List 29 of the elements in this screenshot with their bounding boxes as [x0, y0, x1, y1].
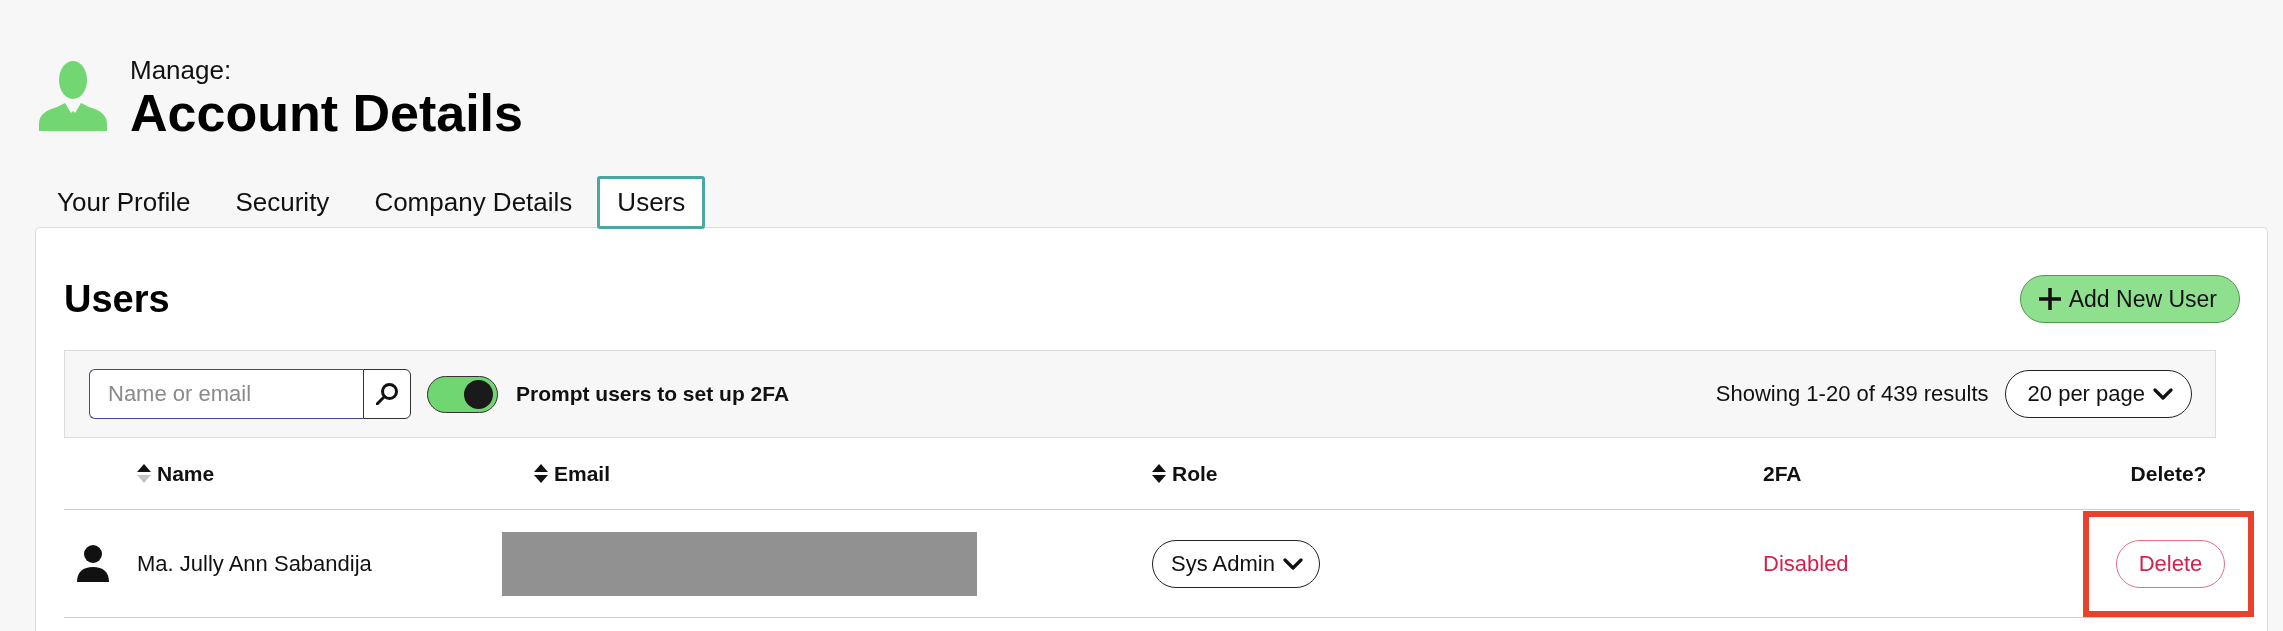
- role-select[interactable]: Sys Admin: [1152, 539, 1320, 588]
- column-header: Delete?: [2130, 461, 2207, 486]
- column-header[interactable]: Email: [534, 461, 611, 486]
- toggle-switch[interactable]: [427, 375, 498, 413]
- add-user-button[interactable]: Add New User: [2019, 275, 2240, 323]
- page-title: Account Details: [130, 85, 523, 141]
- search-icon: [376, 383, 398, 405]
- plus-icon: [2038, 288, 2061, 310]
- avatar-icon: [77, 545, 109, 582]
- person-icon: [38, 61, 108, 131]
- user-name: Ma. Jully Ann Sabandija: [137, 550, 372, 577]
- panel-title: Users: [64, 277, 170, 321]
- tab[interactable]: Users: [597, 176, 706, 229]
- search-field[interactable]: Name or email: [89, 369, 363, 419]
- toggle-label: Prompt users to set up 2FA: [516, 382, 790, 406]
- column-header[interactable]: Role: [1152, 461, 1218, 486]
- column-header: 2FA: [1763, 461, 1802, 486]
- delete-button[interactable]: Delete: [2115, 539, 2226, 588]
- tab[interactable]: Your Profile: [37, 176, 211, 229]
- tab[interactable]: Company Details: [354, 176, 593, 229]
- page-size-select[interactable]: 20 per page: [2004, 370, 2192, 418]
- status-text: Disabled: [1763, 550, 1849, 577]
- results-count: Showing 1-20 of 439 results: [1715, 381, 1989, 407]
- chevron-down-icon: [1282, 557, 1303, 570]
- tab[interactable]: Security: [215, 176, 350, 229]
- column-header[interactable]: Name: [137, 461, 215, 486]
- search-button[interactable]: [363, 369, 411, 419]
- chevron-down-icon: [2153, 388, 2173, 400]
- page-label: Manage:: [130, 55, 232, 85]
